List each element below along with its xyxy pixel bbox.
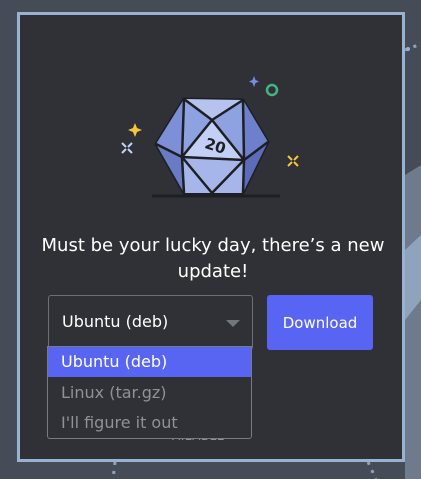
sparkle-icon [287,155,299,167]
platform-select-value: Ubuntu (deb) [62,312,169,331]
lucky-dice-illustration: 20 [22,17,404,227]
sparkle-icon [128,123,142,137]
dropdown-option-figure-it-out[interactable]: I'll figure it out [48,408,251,438]
platform-select[interactable]: Ubuntu (deb) [48,295,253,350]
dropdown-option-linux-targz[interactable]: Linux (tar.gz) [48,378,251,408]
d20-dice-icon: 20 [121,76,299,198]
platform-dropdown-menu: Ubuntu (deb) Linux (tar.gz) I'll figure … [47,346,252,439]
dropdown-option-ubuntu-deb[interactable]: Ubuntu (deb) [48,347,251,377]
ring-icon [265,83,279,97]
sparkle-icon [249,76,259,87]
download-button[interactable]: Download [267,295,373,350]
sparkle-icon [121,142,133,154]
chevron-down-icon[interactable] [226,320,240,327]
update-message: Must be your lucky day, there’s a new up… [41,235,385,282]
